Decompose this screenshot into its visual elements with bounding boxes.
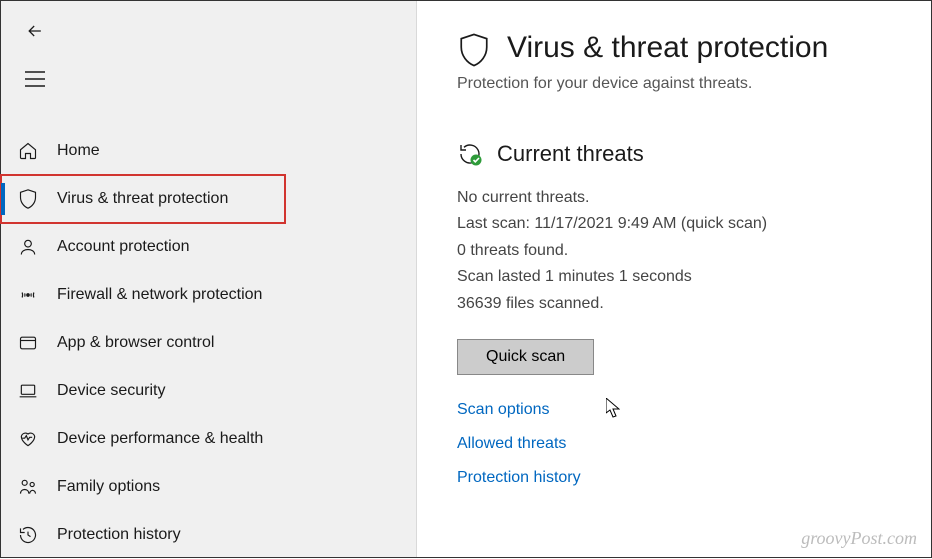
back-button[interactable] bbox=[13, 15, 53, 47]
sidebar-item-label: Protection history bbox=[57, 526, 181, 544]
protection-history-link[interactable]: Protection history bbox=[457, 469, 891, 487]
threat-status: No current threats. Last scan: 11/17/202… bbox=[457, 185, 891, 317]
last-scan-line: Last scan: 11/17/2021 9:49 AM (quick sca… bbox=[457, 211, 891, 237]
shield-icon bbox=[457, 31, 491, 65]
watermark: groovyPost.com bbox=[801, 528, 917, 549]
sidebar-item-label: Virus & threat protection bbox=[57, 190, 228, 208]
sidebar-item-label: Account protection bbox=[57, 238, 190, 256]
sidebar-item-label: Home bbox=[57, 142, 100, 160]
files-line: 36639 files scanned. bbox=[457, 291, 891, 317]
app-icon bbox=[17, 332, 39, 354]
sidebar-item-family[interactable]: Family options bbox=[1, 463, 416, 511]
laptop-icon bbox=[17, 380, 39, 402]
sidebar-item-virus-threat[interactable]: Virus & threat protection bbox=[1, 175, 285, 223]
history-icon bbox=[17, 524, 39, 546]
sidebar-item-label: App & browser control bbox=[57, 334, 214, 352]
sidebar-item-label: Device performance & health bbox=[57, 430, 263, 448]
main-content: Virus & threat protection Protection for… bbox=[417, 1, 931, 557]
page-title: Virus & threat protection bbox=[507, 31, 828, 65]
sidebar-item-device-security[interactable]: Device security bbox=[1, 367, 416, 415]
sidebar-item-label: Firewall & network protection bbox=[57, 286, 262, 304]
sidebar-item-account[interactable]: Account protection bbox=[1, 223, 416, 271]
heart-pulse-icon bbox=[17, 428, 39, 450]
sidebar-item-performance[interactable]: Device performance & health bbox=[1, 415, 416, 463]
nav: Home Virus & threat protection Account p… bbox=[1, 127, 416, 559]
allowed-threats-link[interactable]: Allowed threats bbox=[457, 435, 891, 453]
page-subtitle: Protection for your device against threa… bbox=[457, 75, 891, 93]
sidebar-item-app-browser[interactable]: App & browser control bbox=[1, 319, 416, 367]
arrow-left-icon bbox=[25, 21, 45, 41]
sidebar: Home Virus & threat protection Account p… bbox=[1, 1, 417, 557]
section-title: Current threats bbox=[497, 141, 644, 167]
scan-options-link[interactable]: Scan options bbox=[457, 401, 891, 419]
sidebar-item-firewall[interactable]: Firewall & network protection bbox=[1, 271, 416, 319]
hamburger-icon bbox=[25, 71, 45, 87]
family-icon bbox=[17, 476, 39, 498]
found-line: 0 threats found. bbox=[457, 238, 891, 264]
menu-button[interactable] bbox=[13, 63, 53, 95]
home-icon bbox=[17, 140, 39, 162]
quick-scan-button[interactable]: Quick scan bbox=[457, 339, 594, 375]
person-icon bbox=[17, 236, 39, 258]
shield-icon bbox=[17, 188, 39, 210]
sidebar-item-label: Family options bbox=[57, 478, 160, 496]
antenna-icon bbox=[17, 284, 39, 306]
sidebar-item-home[interactable]: Home bbox=[1, 127, 416, 175]
status-line: No current threats. bbox=[457, 185, 891, 211]
history-check-icon bbox=[457, 141, 483, 167]
sidebar-item-history[interactable]: Protection history bbox=[1, 511, 416, 559]
duration-line: Scan lasted 1 minutes 1 seconds bbox=[457, 264, 891, 290]
sidebar-item-label: Device security bbox=[57, 382, 165, 400]
